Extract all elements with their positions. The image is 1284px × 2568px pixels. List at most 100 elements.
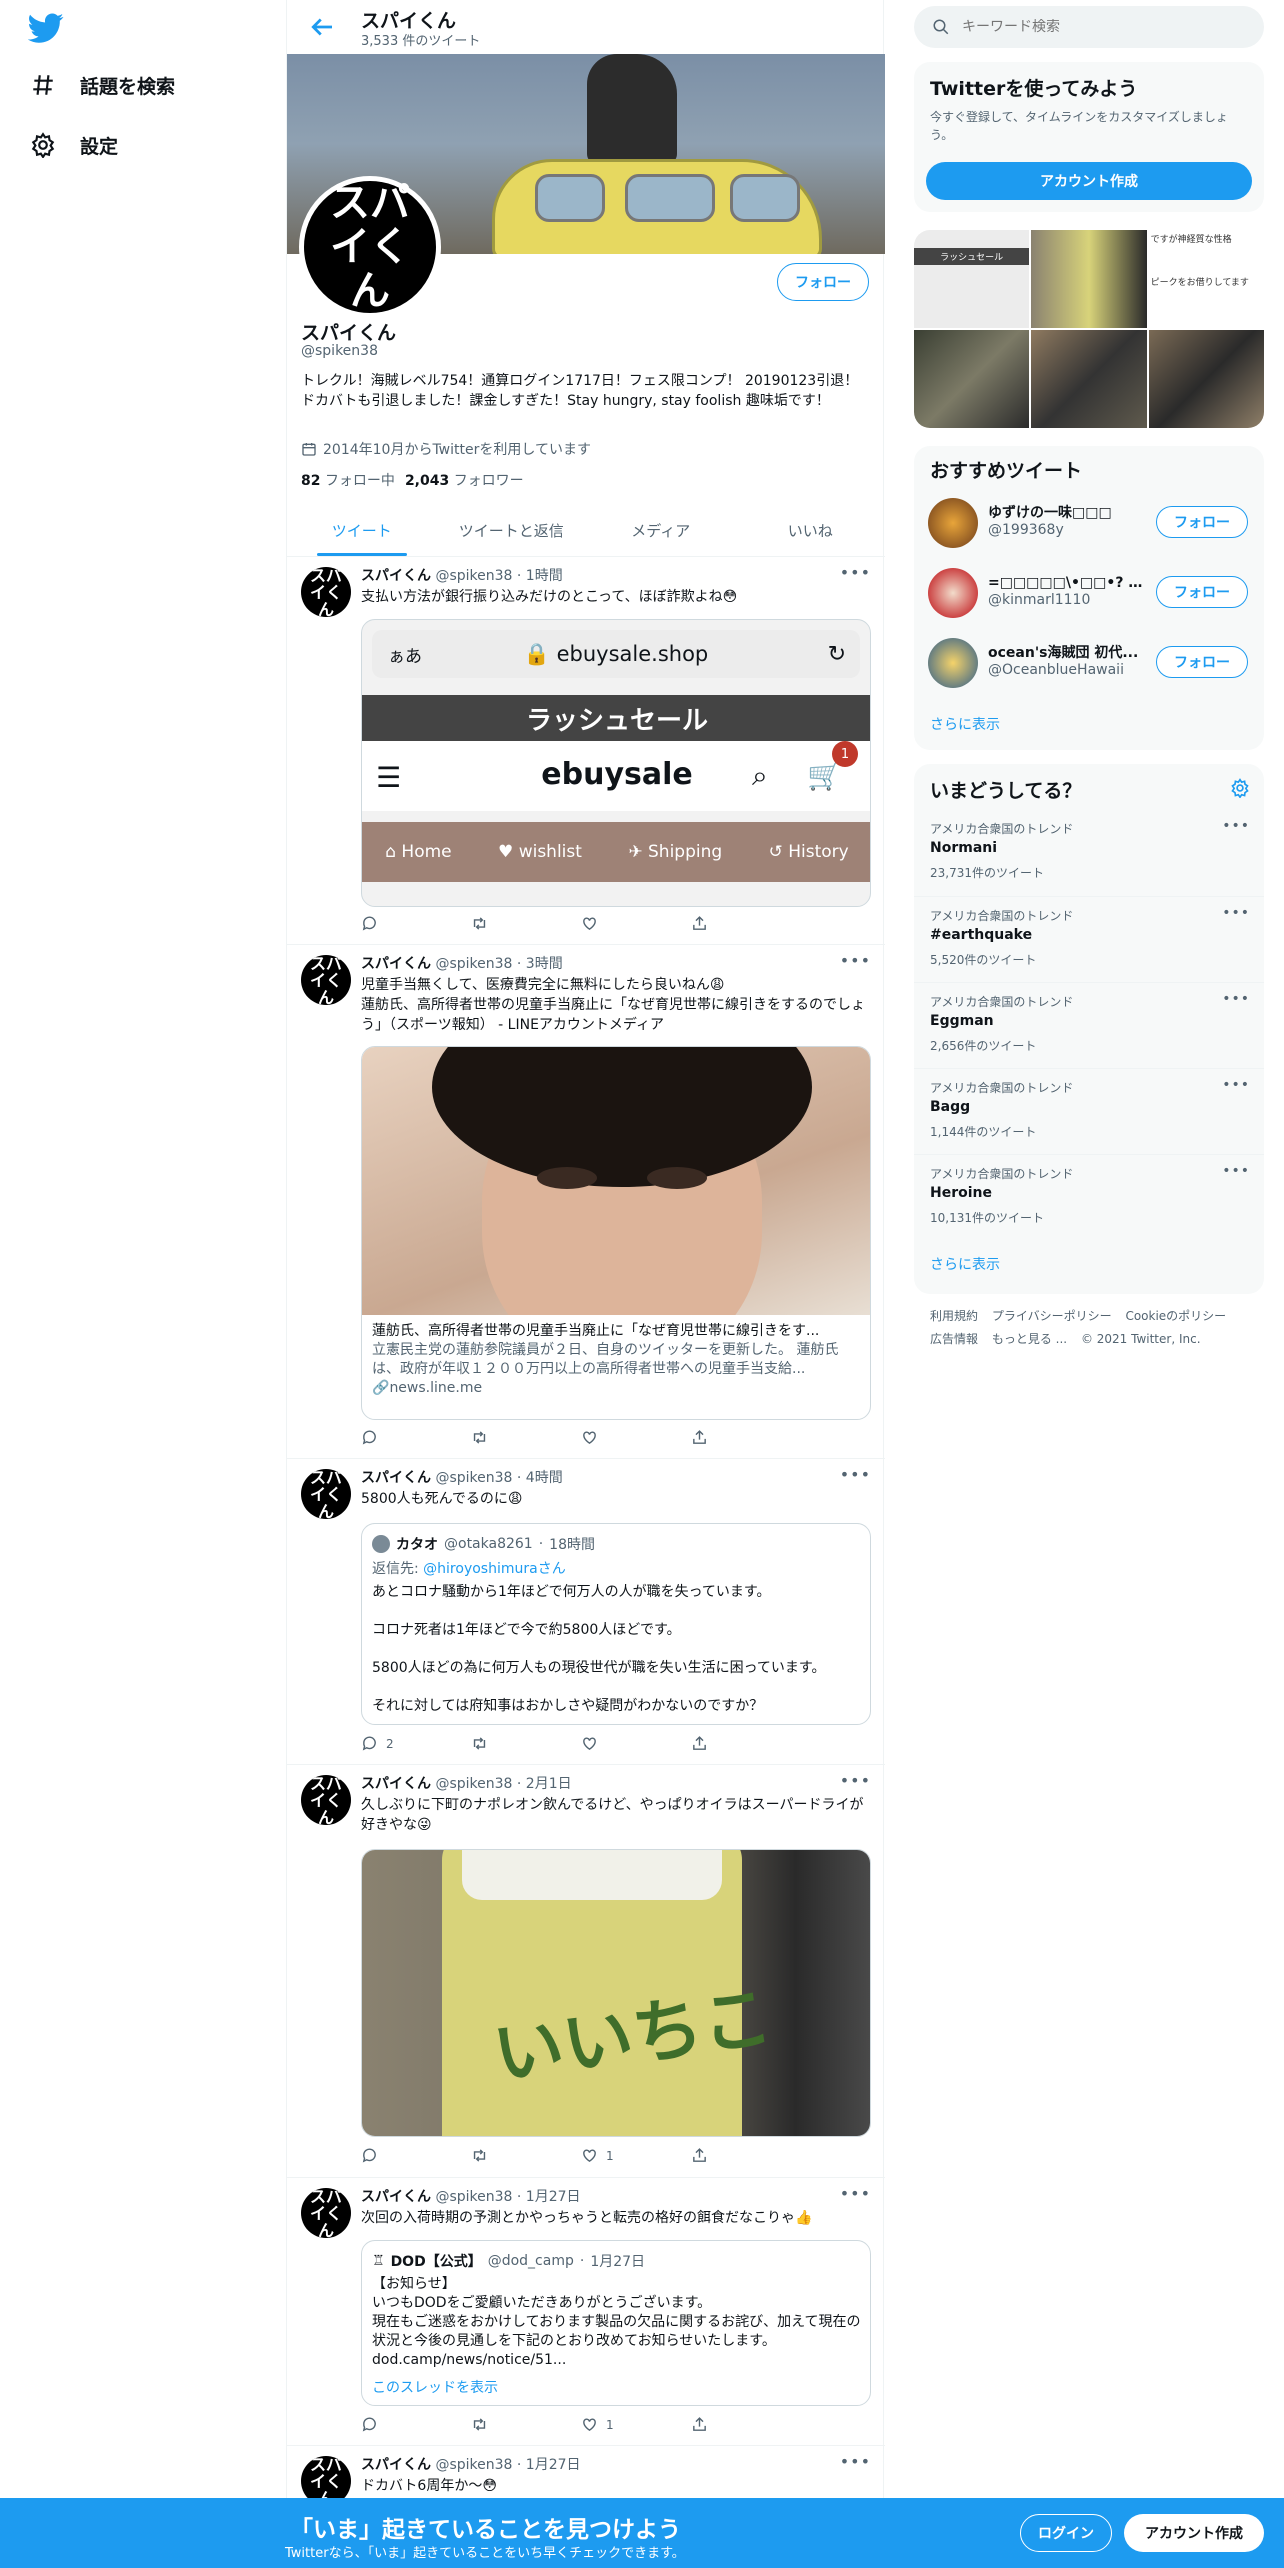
media-thumb[interactable] xyxy=(1148,330,1264,428)
more-icon[interactable]: ••• xyxy=(1222,991,1250,1007)
signup-button[interactable]: アカウント作成 xyxy=(1124,2514,1264,2552)
followers-link[interactable]: 2,043 フォロワー xyxy=(405,470,524,490)
signup-button[interactable]: アカウント作成 xyxy=(926,162,1252,200)
twitter-logo-icon[interactable] xyxy=(28,10,64,46)
quote-text: 【お知らせ】 いつもDODをご愛顧いただきありがとうございます。 現在もご迷惑を… xyxy=(372,2276,861,2368)
tweet-avatar[interactable]: スパイくん xyxy=(301,2188,351,2238)
media-thumb[interactable] xyxy=(914,330,1030,428)
share-icon xyxy=(693,2417,706,2431)
share-button[interactable] xyxy=(691,2147,781,2164)
lock-icon: 🔒 xyxy=(523,641,550,666)
retweet-button[interactable] xyxy=(471,1735,561,1752)
tab-tweets-replies[interactable]: ツイートと返信 xyxy=(437,505,587,556)
quote-tweet[interactable]: カタオ @otaka8261 · 18時間 返信先: @hiroyoshimuraさん… xyxy=(361,1523,871,1725)
media-thumb[interactable]: ですが神経質な性格 ピークをお借りしてます xyxy=(1148,230,1264,328)
reply-button[interactable]: 2 xyxy=(361,1735,451,1752)
more-icon[interactable]: ••• xyxy=(1222,905,1250,921)
tab-media[interactable]: メディア xyxy=(586,505,736,556)
gear-icon[interactable] xyxy=(1230,778,1250,798)
nav-settings[interactable]: 設定 xyxy=(30,125,118,165)
tweet[interactable]: スパイくん スパイくん @spiken38 · 1月27日 ••• 次回の入荷時… xyxy=(287,2178,885,2446)
more-icon[interactable]: ••• xyxy=(840,1771,871,1790)
tweet-avatar[interactable]: スパイくん xyxy=(301,567,351,617)
more-icon[interactable]: ••• xyxy=(840,951,871,970)
trends-panel: いまどうしてる？ アメリカ合衆国のトレンド Normani 23,731件のツイ… xyxy=(914,764,1264,1294)
retweet-icon xyxy=(473,2149,486,2162)
follow-button[interactable]: フォロー xyxy=(1156,576,1248,608)
link-card-image xyxy=(362,1047,870,1315)
share-icon xyxy=(693,916,706,930)
more-icon[interactable]: ••• xyxy=(1222,1163,1250,1179)
back-arrow-icon[interactable] xyxy=(307,12,337,42)
more-icon[interactable]: ••• xyxy=(840,1465,871,1484)
tweet-avatar[interactable]: スパイくん xyxy=(301,955,351,1005)
like-button[interactable]: 1 xyxy=(581,2416,671,2433)
tab-likes[interactable]: いいね xyxy=(736,505,886,556)
more-icon[interactable]: ••• xyxy=(840,563,871,582)
follow-button[interactable]: フォロー xyxy=(1156,506,1248,538)
trend-item[interactable]: アメリカ合衆国のトレンド Bagg 1,144件のツイート ••• xyxy=(914,1068,1264,1154)
avatar-text: スパイくん xyxy=(330,180,410,314)
tweet[interactable]: スパイくん スパイくん @spiken38 · 1月27日 ••• ドカバト6周… xyxy=(287,2446,885,2506)
media-thumb[interactable] xyxy=(1031,330,1147,428)
retweet-button[interactable] xyxy=(471,915,561,932)
more-icon[interactable]: ••• xyxy=(1222,1077,1250,1093)
retweet-button[interactable] xyxy=(471,2147,561,2164)
more-icon[interactable]: ••• xyxy=(840,2184,871,2203)
quote-text: あとコロナ騒動から1年ほどで何万人の人が職を失っています。 コロナ死者は1年ほど… xyxy=(372,1584,826,1714)
like-button[interactable]: 1 xyxy=(581,2147,671,2164)
trend-item[interactable]: アメリカ合衆国のトレンド #earthquake 5,520件のツイート ••• xyxy=(914,896,1264,982)
login-button[interactable]: ログイン xyxy=(1020,2514,1112,2552)
more-icon[interactable]: ••• xyxy=(840,2452,871,2471)
trend-item[interactable]: アメリカ合衆国のトレンド Normani 23,731件のツイート ••• xyxy=(914,810,1264,896)
tweet[interactable]: スパイくん スパイくん @spiken38 · 1時間 ••• 支払い方法が銀行… xyxy=(287,557,885,945)
reply-button[interactable] xyxy=(361,915,451,932)
trend-item[interactable]: アメリカ合衆国のトレンド Heroine 10,131件のツイート ••• xyxy=(914,1154,1264,1240)
retweet-button[interactable] xyxy=(471,2416,561,2433)
tweet-image[interactable]: いいちこ xyxy=(361,1849,871,2137)
tweet-image[interactable]: ぁあ 🔒 ebuysale.shop ↻ ラッシュセール ☰ ebuysale … xyxy=(361,619,871,907)
like-button[interactable] xyxy=(581,1735,671,1752)
like-button[interactable] xyxy=(581,915,671,932)
follow-button[interactable]: フォロー xyxy=(1156,646,1248,678)
recommended-user[interactable]: ゆずけの一味□□□ @199368y フォロー xyxy=(914,488,1264,558)
reply-icon xyxy=(362,2148,376,2163)
recommended-user[interactable]: =□□□□□\•□□•? きん… @kinmarl1110 フォロー xyxy=(914,558,1264,628)
recommended-user[interactable]: ocean's海賊団 初代... @OceanblueHawaii フォロー xyxy=(914,628,1264,698)
search-box[interactable] xyxy=(914,6,1264,48)
reply-button[interactable] xyxy=(361,2147,451,2164)
like-button[interactable] xyxy=(581,1429,671,1446)
nav-explore[interactable]: 話題を検索 xyxy=(30,65,175,105)
more-icon[interactable]: ••• xyxy=(1222,818,1250,834)
show-thread-link[interactable]: このスレッドを表示 xyxy=(372,2377,498,2397)
show-more-link[interactable]: さらに表示 xyxy=(930,714,1000,734)
follow-button[interactable]: フォロー xyxy=(777,263,869,301)
tweet[interactable]: スパイくん スパイくん @spiken38 · 2月1日 ••• 久しぶりに下町… xyxy=(287,1765,885,2178)
trend-item[interactable]: アメリカ合衆国のトレンド Eggman 2,656件のツイート ••• xyxy=(914,982,1264,1068)
retweet-button[interactable] xyxy=(471,1429,561,1446)
link-card[interactable]: 蓮舫氏、高所得者世帯の児童手当廃止に「なぜ育児世帯に線引きをす... 立憲民主党… xyxy=(361,1046,871,1420)
tweet[interactable]: スパイくん スパイくん @spiken38 · 3時間 ••• 児童手当無くして… xyxy=(287,945,885,1459)
share-button[interactable] xyxy=(691,915,781,932)
tweet[interactable]: スパイくん スパイくん @spiken38 · 4時間 ••• 5800人も死ん… xyxy=(287,1459,885,1765)
browser-url-bar: ぁあ 🔒 ebuysale.shop ↻ xyxy=(372,630,860,678)
search-input[interactable] xyxy=(962,19,1222,35)
share-button[interactable] xyxy=(691,1429,781,1446)
reply-button[interactable] xyxy=(361,1429,451,1446)
following-link[interactable]: 82 フォロー中 xyxy=(301,470,395,490)
share-icon xyxy=(693,2148,706,2162)
tweet-actions: 1 xyxy=(361,2147,781,2164)
footer-links: 利用規約 プライバシーポリシー Cookieのポリシー 広告情報 もっと見る .… xyxy=(930,1309,1227,1346)
reply-button[interactable] xyxy=(361,2416,451,2433)
tweet-avatar[interactable]: スパイくん xyxy=(301,1469,351,1519)
tab-tweets[interactable]: ツイート xyxy=(287,505,437,556)
trends-title: いまどうしてる？ xyxy=(930,780,1082,802)
media-thumb[interactable]: ラッシュセール xyxy=(914,230,1030,328)
profile-avatar[interactable]: スパイくん xyxy=(299,176,441,318)
trends-show-more-link[interactable]: さらに表示 xyxy=(930,1254,1000,1274)
quote-tweet[interactable]: ♖ DOD【公式】 @dod_camp · 1月27日 【お知らせ】 いつもDODをご愛… xyxy=(361,2240,871,2406)
media-thumb[interactable] xyxy=(1031,230,1147,328)
share-button[interactable] xyxy=(691,2416,781,2433)
tweet-avatar[interactable]: スパイくん xyxy=(301,1775,351,1825)
share-button[interactable] xyxy=(691,1735,781,1752)
